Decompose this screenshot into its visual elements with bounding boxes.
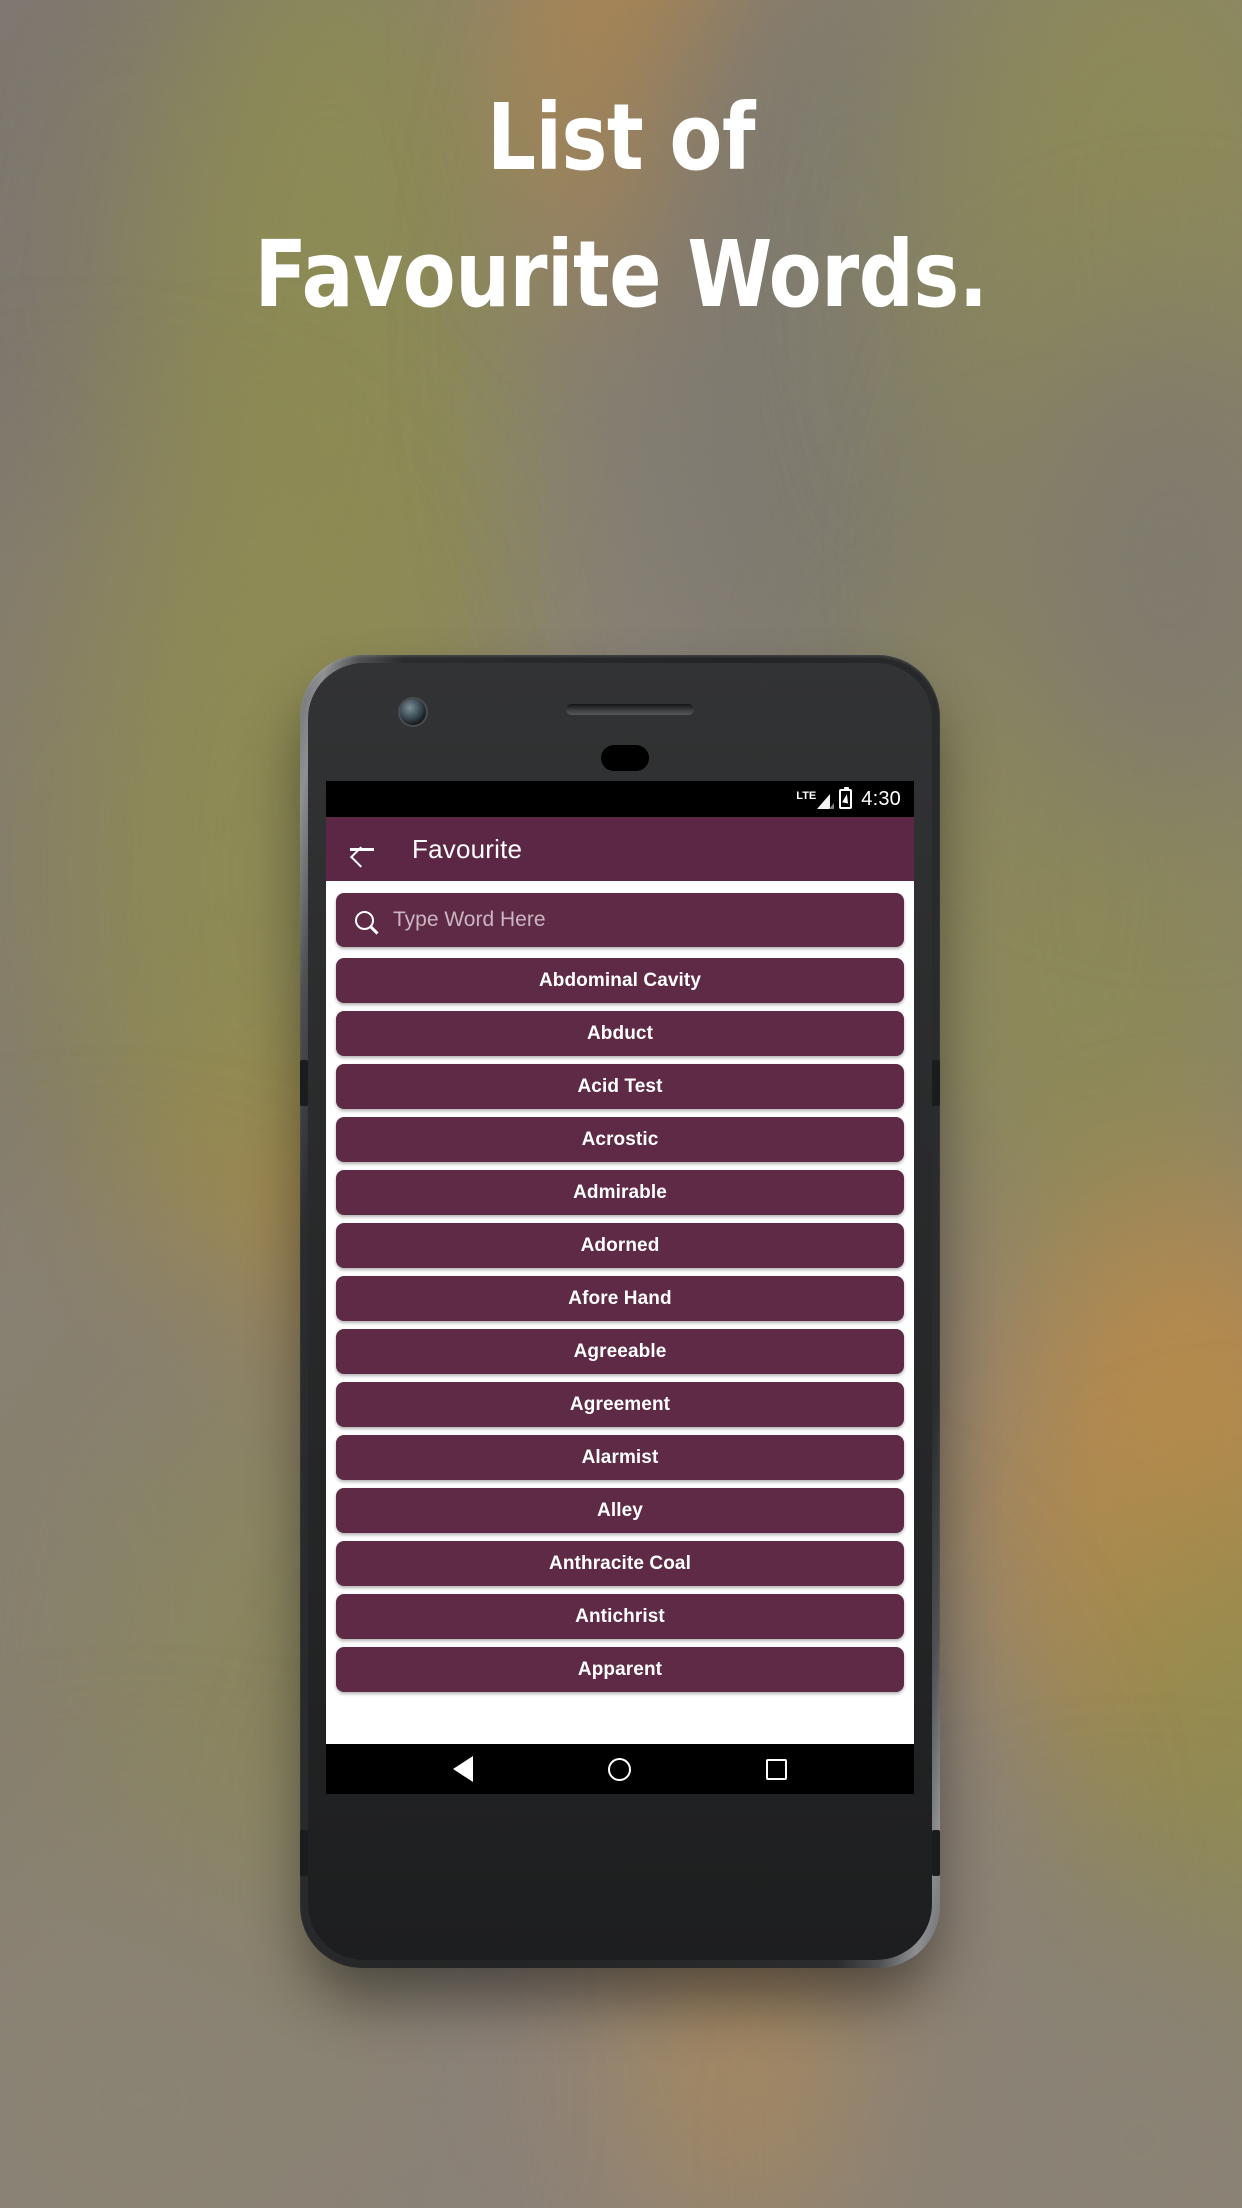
battery-charging-icon	[839, 787, 853, 809]
hero-title-line-2: Favourite Words.	[254, 220, 988, 328]
proximity-sensor	[601, 745, 649, 771]
word-list-item[interactable]: Admirable	[336, 1170, 904, 1215]
word-list-item[interactable]: Alley	[336, 1488, 904, 1533]
favourite-word-list: Abdominal Cavity Abduct Acid Test Acrostic A…	[336, 958, 904, 1692]
arrow-left-icon[interactable]	[348, 835, 376, 863]
phone-antenna-line-right	[932, 1830, 940, 1876]
screen-content: Abdominal Cavity Abduct Acid Test Acrostic A…	[326, 881, 914, 1744]
nav-home-circle-icon[interactable]	[607, 1757, 631, 1781]
hero-title: List of Favourite Words.	[0, 84, 1242, 328]
search-bar[interactable]	[336, 893, 904, 947]
phone-side-button-left	[300, 1060, 308, 1106]
word-list-item[interactable]: Anthracite Coal	[336, 1541, 904, 1586]
status-bar: LTE 4:30	[326, 781, 914, 817]
front-camera-icon	[400, 699, 426, 725]
phone-side-button-right	[932, 1060, 940, 1106]
word-list-item[interactable]: Apparent	[336, 1647, 904, 1692]
earpiece-speaker	[566, 704, 694, 715]
search-input[interactable]	[393, 908, 904, 932]
word-list-item[interactable]: Agreeable	[336, 1329, 904, 1374]
status-bar-clock: 4:30	[861, 787, 901, 810]
app-bar: Favourite	[326, 817, 914, 881]
word-list-item[interactable]: Afore Hand	[336, 1276, 904, 1321]
word-list-item[interactable]: Abduct	[336, 1011, 904, 1056]
page-title: Favourite	[412, 833, 523, 864]
word-list-item[interactable]: Adorned	[336, 1223, 904, 1268]
word-list-item[interactable]: Agreement	[336, 1382, 904, 1427]
signal-bars-icon: LTE	[796, 789, 835, 809]
phone-antenna-line-left	[300, 1830, 308, 1876]
network-label: LTE	[796, 790, 817, 802]
word-list-item[interactable]: Antichrist	[336, 1594, 904, 1639]
android-navigation-bar	[326, 1744, 914, 1794]
word-list-item[interactable]: Acid Test	[336, 1064, 904, 1109]
nav-back-triangle-icon[interactable]	[453, 1756, 474, 1782]
phone-screen: LTE 4:30 Favourite Abdominal Cavity Abduc…	[326, 781, 914, 1794]
nav-recents-square-icon[interactable]	[765, 1758, 787, 1780]
hero-title-line-1: List of	[487, 84, 755, 191]
search-icon	[355, 910, 374, 930]
word-list-item[interactable]: Acrostic	[336, 1117, 904, 1162]
word-list-item[interactable]: Abdominal Cavity	[336, 958, 904, 1003]
word-list-item[interactable]: Alarmist	[336, 1435, 904, 1480]
